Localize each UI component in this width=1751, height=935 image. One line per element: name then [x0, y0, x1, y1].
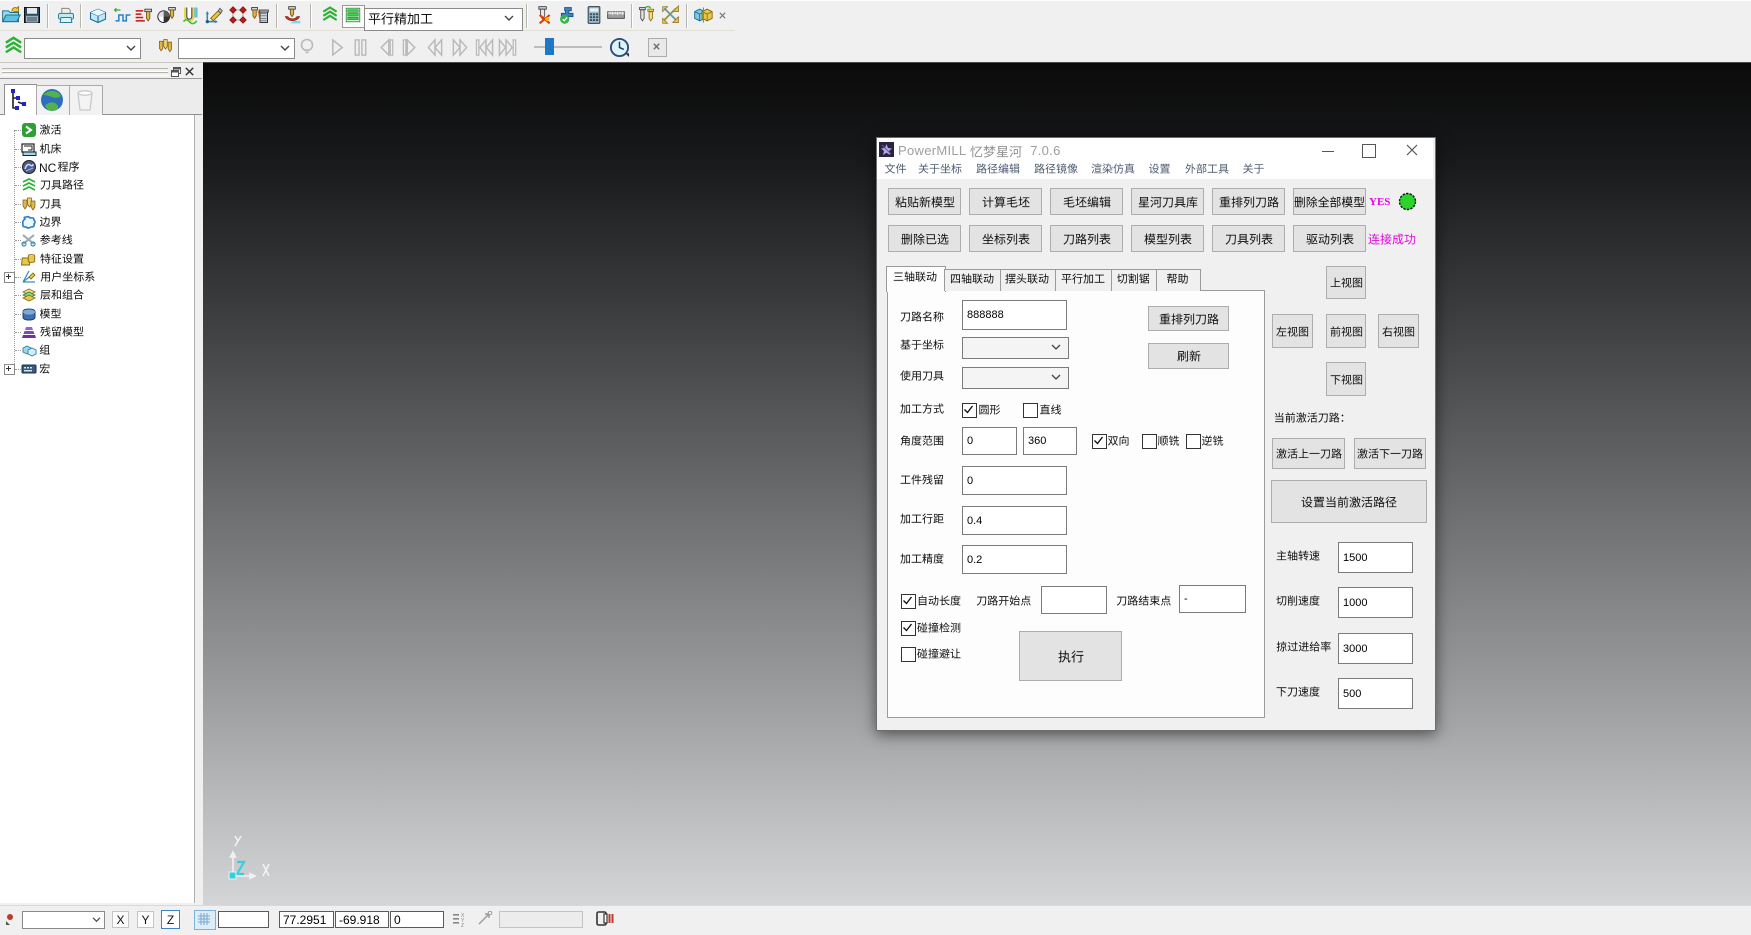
svg-text:Z: Z	[461, 923, 464, 927]
